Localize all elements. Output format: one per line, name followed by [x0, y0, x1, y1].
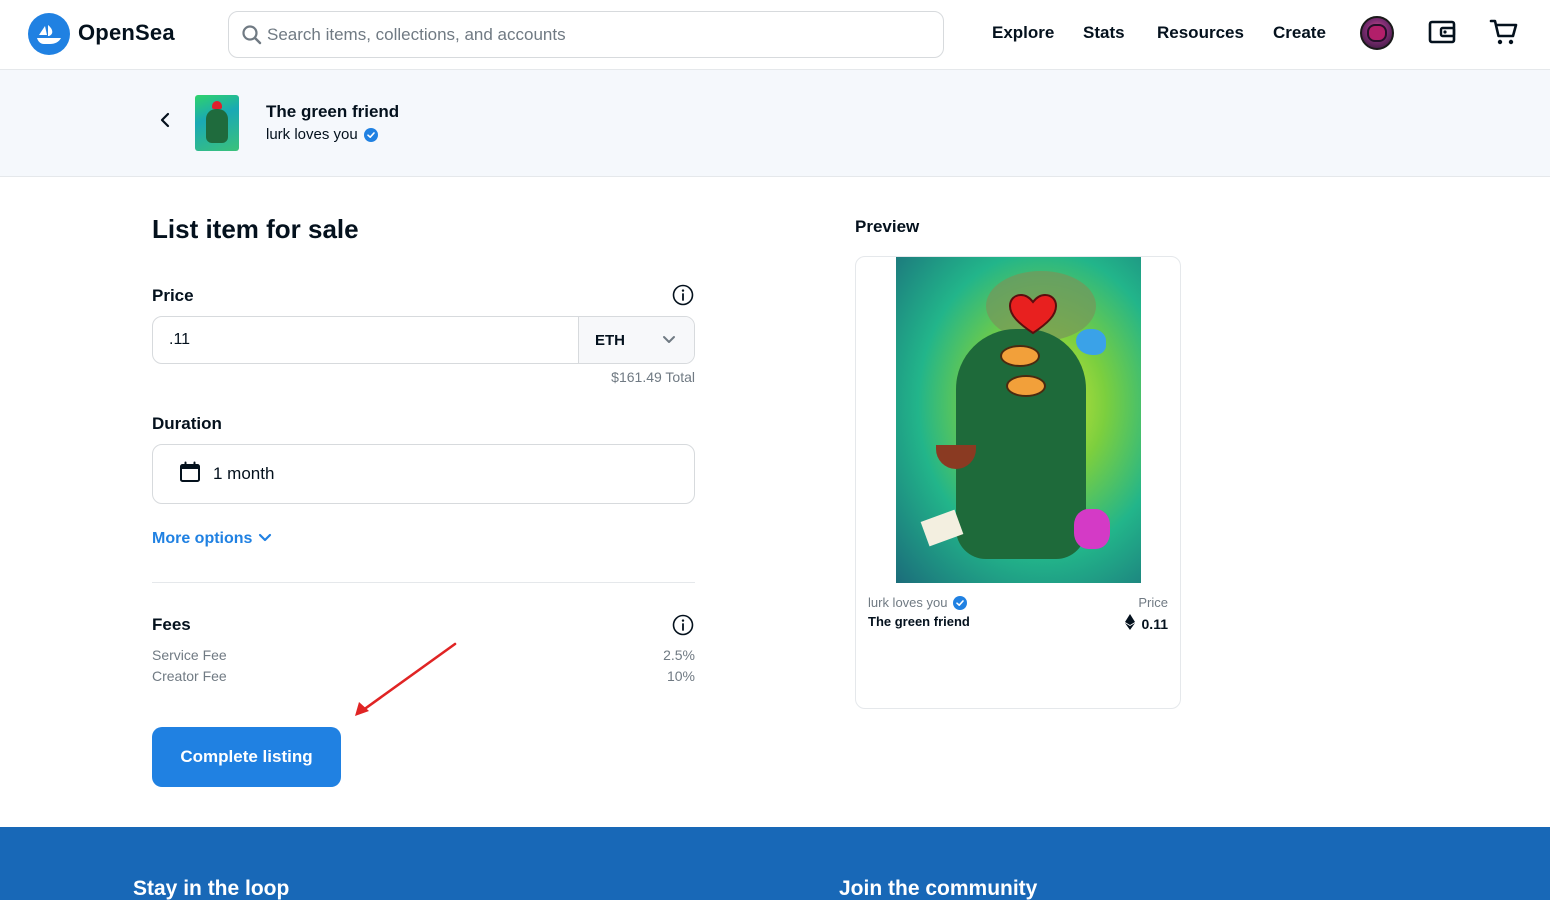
info-icon[interactable] — [672, 284, 694, 306]
footer-heading-newsletter: Stay in the loop — [133, 877, 290, 900]
info-icon[interactable] — [672, 614, 694, 636]
fee-label: Creator Fee — [152, 668, 227, 684]
collection-link[interactable]: lurk loves you — [266, 126, 378, 143]
price-label: Price — [152, 286, 194, 305]
more-options-label: More options — [152, 530, 253, 547]
opensea-logo-icon[interactable] — [28, 13, 70, 55]
nav-create[interactable]: Create — [1273, 23, 1326, 43]
chevron-down-icon — [662, 332, 676, 349]
price-input[interactable]: .11 — [153, 317, 578, 363]
nav-explore[interactable]: Explore — [992, 23, 1054, 43]
verified-badge-icon — [953, 595, 968, 610]
eth-icon — [1124, 614, 1135, 633]
verified-badge-icon — [363, 127, 378, 142]
footer-heading-community: Join the community — [839, 877, 1038, 900]
calendar-icon — [179, 461, 201, 488]
annotation-arrow-icon — [355, 642, 457, 716]
preview-item-name: The green friend — [868, 614, 970, 629]
preview-collection: lurk loves you — [868, 595, 968, 610]
preview-card[interactable]: lurk loves you The green friend Price 0.… — [855, 256, 1181, 709]
nav-stats[interactable]: Stats — [1083, 23, 1125, 43]
fee-value: 2.5% — [663, 647, 695, 663]
fee-value: 10% — [666, 668, 695, 684]
page-title: List item for sale — [152, 214, 359, 244]
duration-picker[interactable]: 1 month — [152, 444, 695, 504]
fee-label: Service Fee — [152, 647, 227, 663]
fees-label: Fees — [152, 615, 191, 634]
price-total: $161.49 Total — [611, 369, 695, 385]
search-input[interactable] — [267, 24, 907, 45]
preview-price: 0.11 — [1124, 614, 1168, 633]
duration-label: Duration — [152, 414, 222, 433]
item-thumbnail[interactable] — [195, 95, 239, 151]
preview-label: Preview — [855, 217, 920, 236]
wallet-icon[interactable] — [1427, 17, 1457, 47]
preview-price-value: 0.11 — [1141, 615, 1168, 632]
divider — [152, 582, 695, 583]
complete-listing-button[interactable]: Complete listing — [152, 727, 341, 787]
currency-label: ETH — [595, 331, 625, 349]
avatar[interactable] — [1360, 16, 1394, 50]
item-name[interactable]: The green friend — [266, 102, 399, 122]
duration-value: 1 month — [213, 464, 275, 483]
currency-select[interactable]: ETH — [578, 317, 694, 363]
cart-icon[interactable] — [1489, 17, 1519, 47]
preview-collection-name: lurk loves you — [868, 595, 948, 610]
footer: Stay in the loop Join the community — [0, 827, 1550, 900]
price-field[interactable]: .11 ETH — [152, 316, 695, 364]
search-icon — [241, 24, 263, 46]
back-chevron-icon[interactable] — [155, 110, 175, 130]
nav-resources[interactable]: Resources — [1157, 23, 1244, 43]
more-options-toggle[interactable]: More options — [152, 530, 272, 548]
collection-name: lurk loves you — [266, 126, 358, 143]
preview-price-label: Price — [1138, 595, 1168, 610]
item-artwork — [896, 257, 1141, 583]
item-subheader: The green friend lurk loves you — [0, 70, 1550, 177]
chevron-down-icon — [258, 530, 272, 548]
brand-name[interactable]: OpenSea — [78, 20, 175, 46]
top-navigation-bar: OpenSea Explore Stats Resources Create — [0, 0, 1550, 70]
search-bar[interactable] — [228, 11, 944, 58]
